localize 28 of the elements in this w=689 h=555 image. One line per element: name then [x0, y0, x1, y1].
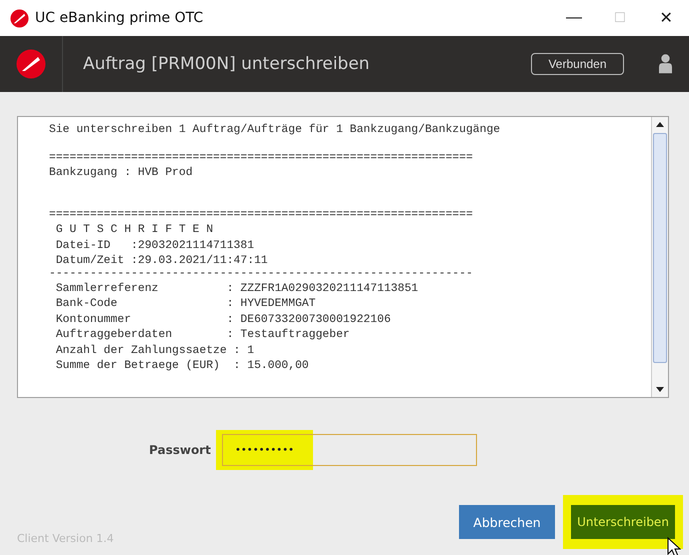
- connection-status-button[interactable]: Verbunden: [531, 53, 624, 75]
- separator-line: ==============================================================: [49, 154, 473, 166]
- separator-line: ==============================================================: [49, 211, 473, 223]
- password-field[interactable]: ••••••••••: [222, 434, 477, 466]
- mouse-cursor-icon: [667, 537, 681, 555]
- app-logo-icon: [10, 8, 29, 28]
- document-line: Datum/Zeit :29.03.2021/11:47:11: [54, 254, 268, 269]
- sign-button[interactable]: Unterschreiben: [571, 505, 675, 539]
- password-label: Passwort: [149, 443, 212, 457]
- document-line: Kontonummer : DE60733200730001922106: [54, 312, 391, 328]
- document-line: Bank-Code : HYVEDEMMGAT: [54, 297, 316, 312]
- user-icon[interactable]: [659, 53, 672, 75]
- scrollbar[interactable]: [651, 117, 668, 397]
- document-line: Datei-ID :29032021114711381: [54, 238, 254, 254]
- minimize-button[interactable]: —: [551, 0, 597, 36]
- separator-line: --------------------------------------------------------------: [49, 270, 473, 282]
- dialog-title: Auftrag [PRM00N] unterschreiben: [83, 54, 370, 74]
- document-line: Auftraggeberdaten : Testauftraggeber: [54, 328, 350, 343]
- document-line: Sammlerreferenz : ZZZFR1A0290320211147113851: [54, 282, 418, 296]
- document-line: Summe der Betraege (EUR) : 15.000,00: [54, 359, 309, 374]
- document-line: G U T S C H R I F T E N: [54, 223, 214, 238]
- bank-logo-icon: [16, 49, 46, 79]
- window-title: UC eBanking prime OTC: [35, 10, 204, 26]
- document-line: Anzahl der Zahlungssaetze : 1: [54, 344, 254, 358]
- cancel-button[interactable]: Abbrechen: [459, 505, 555, 539]
- document-line: Bankzugang : HVB Prod: [49, 166, 193, 180]
- close-button[interactable]: ✕: [643, 0, 689, 36]
- document-line: Sie unterschreiben 1 Auftrag/Aufträge für 1 Bankzugang/Bankzugänge: [49, 123, 500, 138]
